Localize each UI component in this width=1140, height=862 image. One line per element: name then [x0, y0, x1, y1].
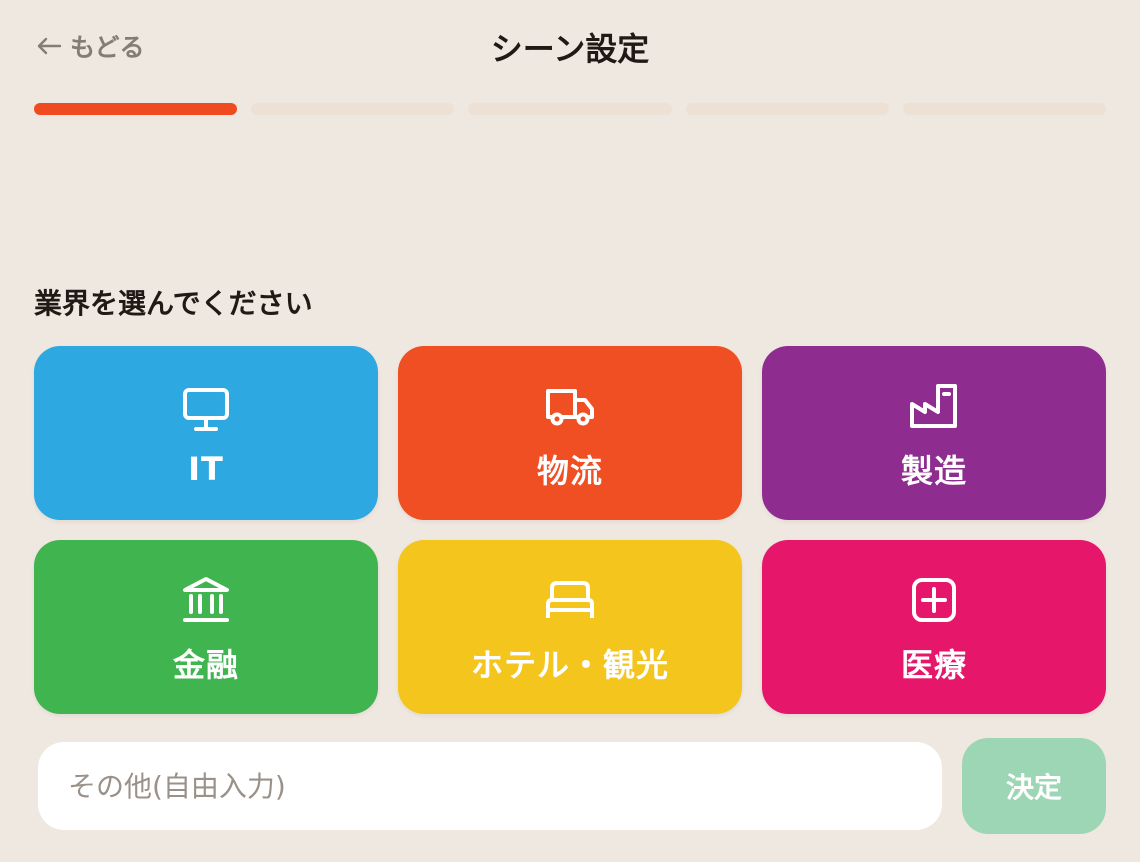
step-progress: [34, 103, 1107, 115]
industry-label: ホテル・観光: [470, 646, 669, 684]
industry-tile-logistics[interactable]: 物流: [398, 346, 742, 520]
other-industry-input[interactable]: [38, 742, 942, 830]
industry-label: 医療: [900, 646, 967, 684]
industry-tile-finance[interactable]: 金融: [34, 540, 378, 714]
industry-prompt: 業界を選んでください: [34, 287, 313, 320]
header: もどる シーン設定: [0, 0, 1140, 92]
industry-grid: IT 物流 製造 金融 ホテル・観光 医療: [34, 346, 1106, 714]
bed-icon: [544, 574, 596, 626]
industry-tile-manufacturing[interactable]: 製造: [762, 346, 1106, 520]
bank-icon: [180, 574, 232, 626]
industry-tile-medical[interactable]: 医療: [762, 540, 1106, 714]
industry-tile-hotel-tourism[interactable]: ホテル・観光: [398, 540, 742, 714]
progress-step: [34, 103, 238, 115]
truck-icon: [544, 380, 596, 432]
page-title: シーン設定: [490, 30, 650, 68]
industry-label: 製造: [900, 452, 967, 490]
progress-step: [251, 103, 455, 115]
industry-label: IT: [188, 450, 224, 488]
industry-label: 金融: [172, 646, 239, 684]
industry-tile-it[interactable]: IT: [34, 346, 378, 520]
factory-icon: [908, 380, 960, 432]
progress-step: [685, 103, 889, 115]
submit-button[interactable]: 決定: [962, 738, 1106, 834]
progress-step: [468, 103, 672, 115]
progress-step: [902, 103, 1107, 115]
industry-label: 物流: [536, 452, 603, 490]
medical-plus-icon: [908, 574, 960, 626]
monitor-icon: [180, 384, 232, 436]
